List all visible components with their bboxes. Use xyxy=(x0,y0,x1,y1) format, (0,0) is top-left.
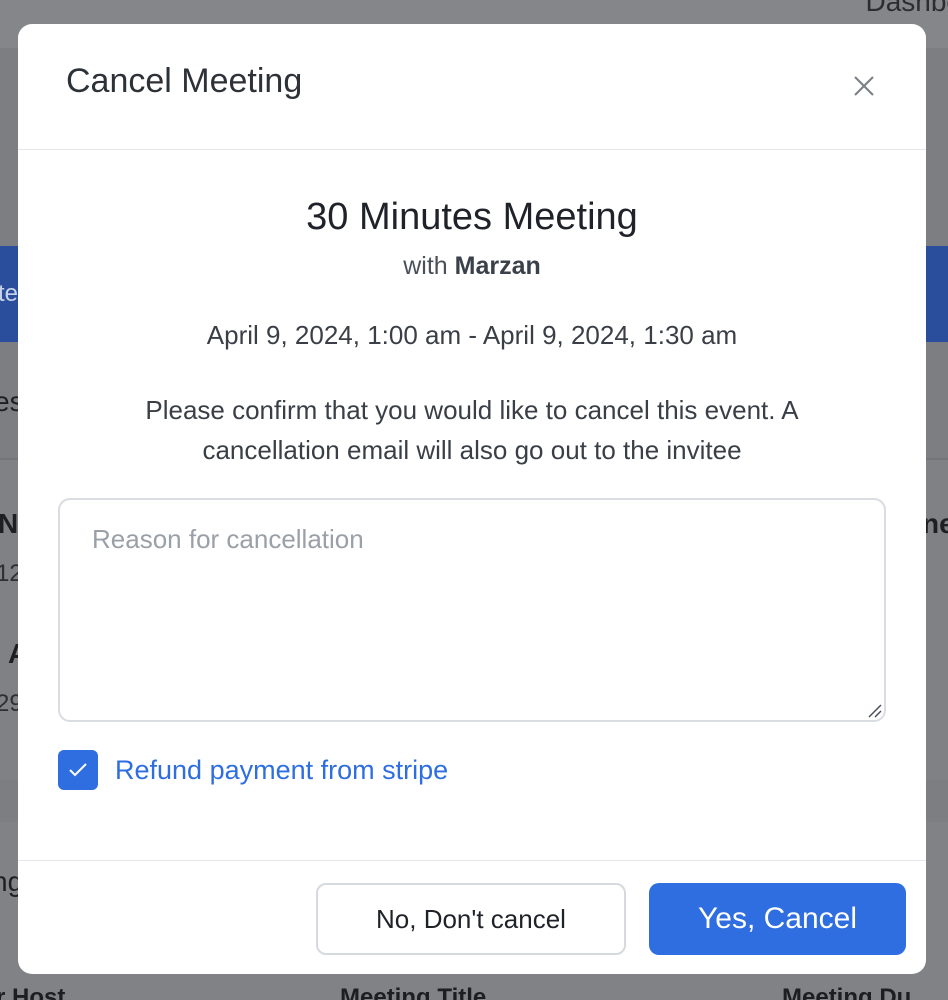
confirm-cancel-button[interactable]: Yes, Cancel xyxy=(649,883,906,955)
modal-title: Cancel Meeting xyxy=(66,62,303,100)
close-button[interactable] xyxy=(848,70,880,102)
modal-footer: No, Don't cancel Yes, Cancel xyxy=(18,860,926,974)
close-icon xyxy=(854,76,874,96)
refund-label[interactable]: Refund payment from stripe xyxy=(115,755,448,786)
confirm-message: Please confirm that you would like to ca… xyxy=(145,395,799,465)
refund-checkbox-row[interactable]: Refund payment from stripe xyxy=(58,750,448,790)
event-host-prefix: with xyxy=(403,252,448,280)
event-title: 30 Minutes Meeting xyxy=(306,196,638,238)
resize-handle-icon[interactable] xyxy=(866,702,882,718)
bg-col-title: Meeting Title xyxy=(340,984,487,1000)
checkmark-icon xyxy=(69,763,87,777)
cancel-meeting-modal: Cancel Meeting 30 Minutes Meeting with M… xyxy=(18,24,926,974)
dont-cancel-button[interactable]: No, Don't cancel xyxy=(316,883,626,955)
cancellation-reason-input[interactable] xyxy=(58,498,886,722)
bg-band-fragment: te xyxy=(0,280,19,307)
modal-body: 30 Minutes Meeting with Marzan April 9, … xyxy=(18,150,926,860)
bg-dashboard-fragment: Dashbo xyxy=(865,0,948,17)
event-host-name: Marzan xyxy=(454,252,541,280)
modal-header: Cancel Meeting xyxy=(18,24,926,150)
event-host-line: with Marzan xyxy=(18,252,926,281)
bg-fragment-1: N xyxy=(0,508,19,539)
bg-col-host: r Host xyxy=(0,984,66,1000)
bg-col-duration: Meeting Du xyxy=(782,984,912,1000)
refund-checkbox[interactable] xyxy=(58,750,98,790)
event-time-range: April 9, 2024, 1:00 am - April 9, 2024, … xyxy=(206,320,738,350)
